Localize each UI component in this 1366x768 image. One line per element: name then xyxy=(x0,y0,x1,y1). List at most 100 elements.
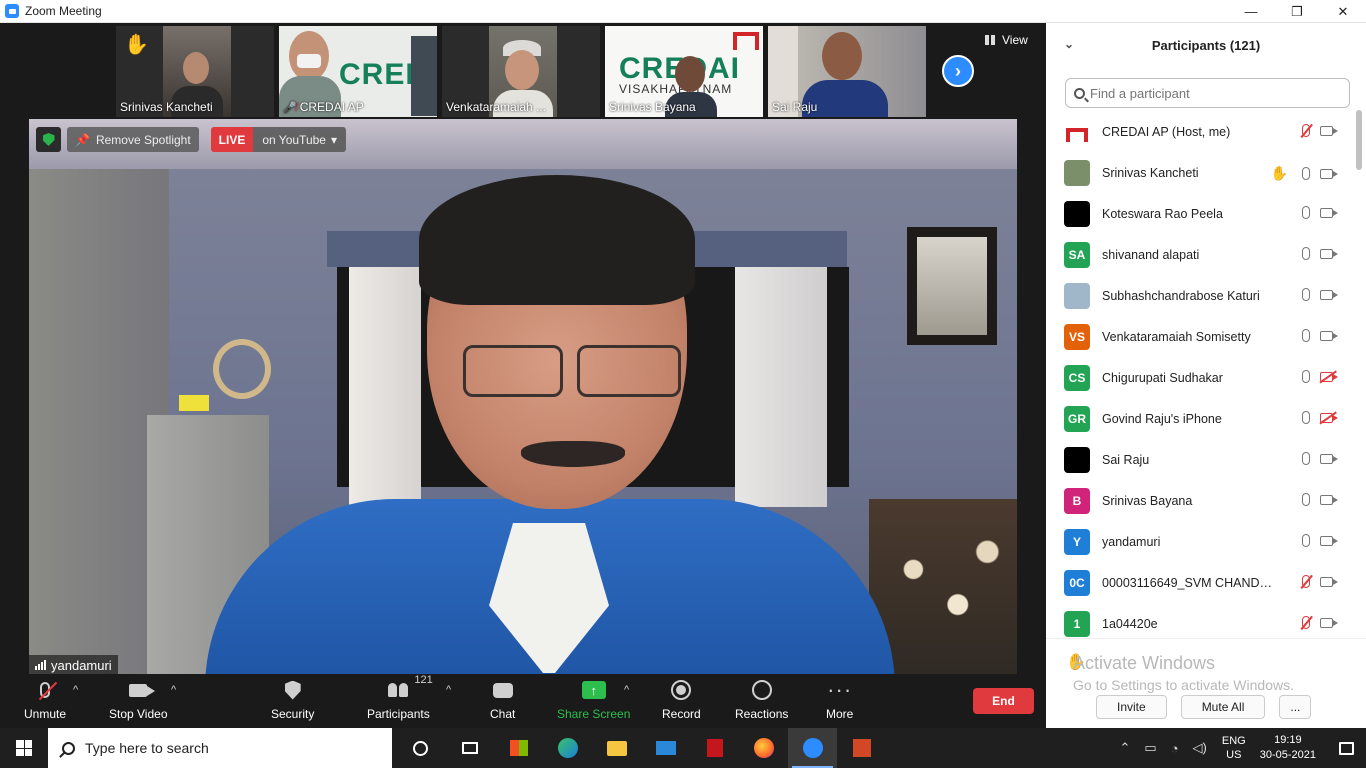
video-camera-icon[interactable] xyxy=(1320,168,1338,179)
language-code: ENG xyxy=(1221,735,1246,747)
spotlight-video[interactable] xyxy=(29,119,1017,675)
more-button[interactable]: ··· More xyxy=(826,678,853,722)
participant-row[interactable]: Yyandamuri xyxy=(1046,521,1352,562)
video-camera-icon[interactable] xyxy=(1320,207,1338,218)
input-language[interactable]: ENG US xyxy=(1222,734,1246,762)
participant-row[interactable]: VS Venkataramaiah Somisetty xyxy=(1046,316,1352,357)
participant-row[interactable]: CREDAI AP (Host, me) xyxy=(1046,111,1352,152)
wifi-icon[interactable]: ◔ xyxy=(1171,741,1179,756)
participant-status-icons xyxy=(1302,534,1338,547)
cortana-button[interactable] xyxy=(396,728,445,768)
store-app[interactable] xyxy=(494,728,543,768)
security-button[interactable]: Security xyxy=(271,678,314,721)
end-meeting-button[interactable]: End xyxy=(973,688,1034,714)
participant-row[interactable]: GR Govind Raju's iPhone xyxy=(1046,398,1352,439)
video-camera-icon[interactable] xyxy=(1320,330,1338,341)
participant-row[interactable]: B Srinivas Bayana xyxy=(1046,480,1352,521)
mic-icon[interactable] xyxy=(1302,288,1310,301)
clock[interactable]: 19:19 30-05-2021 xyxy=(1260,733,1316,763)
mic-icon[interactable] xyxy=(1302,534,1310,547)
mute-all-button[interactable]: Mute All xyxy=(1180,695,1266,719)
reactions-button[interactable]: Reactions xyxy=(735,678,788,721)
video-camera-icon[interactable] xyxy=(1320,494,1338,505)
more-options-button[interactable]: ... xyxy=(1279,695,1312,719)
chat-bubble-icon xyxy=(492,682,513,698)
record-button[interactable]: Record xyxy=(662,678,701,721)
video-thumbnail[interactable]: ✋ Srinivas Kancheti xyxy=(116,26,274,117)
maximize-button[interactable]: ❐ xyxy=(1274,0,1320,23)
mic-icon[interactable] xyxy=(1302,167,1310,180)
network-icon[interactable]: ▭ xyxy=(1144,740,1156,756)
mic-muted-icon[interactable] xyxy=(1302,616,1310,629)
view-button[interactable]: View xyxy=(985,33,1028,47)
next-page-button[interactable]: › xyxy=(942,55,974,87)
mic-icon[interactable] xyxy=(1302,411,1310,424)
video-camera-icon[interactable] xyxy=(1320,535,1338,546)
video-thumbnail[interactable]: CREDA 🎤̸CREDAI AP xyxy=(279,26,437,117)
participant-row[interactable]: SA shivanand alapati xyxy=(1046,234,1352,275)
participants-button[interactable]: 121 Participants xyxy=(367,674,433,721)
participant-row[interactable]: CS Chigurupati Sudhakar xyxy=(1046,357,1352,398)
share-screen-button[interactable]: ↑ Share Screen xyxy=(557,678,630,721)
mail-app[interactable] xyxy=(641,728,690,768)
participant-name: 00003116649_SVM CHANDRA S... xyxy=(1102,575,1274,590)
video-camera-icon[interactable] xyxy=(1320,289,1338,300)
close-button[interactable]: ✕ xyxy=(1320,0,1366,23)
video-thumbnail[interactable]: CREDAI VISAKHAPATNAM Srinivas Bayana xyxy=(605,26,763,117)
remove-spotlight-button[interactable]: 📌 Remove Spotlight xyxy=(67,127,199,152)
powerpoint-app[interactable] xyxy=(837,728,886,768)
live-stream-indicator[interactable]: LIVE on YouTube ▾ xyxy=(210,127,346,152)
mic-muted-icon[interactable] xyxy=(1302,575,1310,588)
participants-scrollbar[interactable] xyxy=(1356,110,1362,170)
participant-row[interactable]: Srinivas Kancheti ✋ xyxy=(1046,152,1352,193)
video-camera-icon[interactable] xyxy=(1320,248,1338,259)
participant-row[interactable]: 1 1a04420e xyxy=(1046,603,1352,638)
mic-icon[interactable] xyxy=(1302,452,1310,465)
acrobat-app[interactable] xyxy=(690,728,739,768)
participant-search[interactable] xyxy=(1065,78,1350,108)
taskbar-search[interactable]: Type here to search xyxy=(48,728,392,768)
stop-video-button[interactable]: Stop Video xyxy=(109,678,168,721)
video-camera-icon[interactable] xyxy=(1320,453,1338,464)
zoom-app[interactable] xyxy=(788,728,837,768)
edge-app[interactable] xyxy=(543,728,592,768)
firefox-icon xyxy=(753,738,774,758)
unmute-button[interactable]: Unmute xyxy=(24,678,66,721)
action-center-button[interactable] xyxy=(1326,741,1366,755)
video-camera-icon[interactable] xyxy=(1320,125,1338,136)
mic-muted-icon[interactable] xyxy=(1302,124,1310,137)
start-button[interactable] xyxy=(0,728,48,768)
video-off-icon[interactable] xyxy=(1320,412,1338,423)
mic-icon[interactable] xyxy=(1302,247,1310,260)
volume-icon[interactable]: ◁) xyxy=(1193,740,1207,756)
firefox-app[interactable] xyxy=(739,728,788,768)
participants-options-caret[interactable]: ^ xyxy=(446,684,451,696)
video-options-caret[interactable]: ^ xyxy=(171,684,176,696)
video-camera-icon[interactable] xyxy=(1320,617,1338,628)
video-thumbnail[interactable]: Venkataramaiah ... xyxy=(442,26,600,117)
task-view-button[interactable] xyxy=(445,728,494,768)
video-thumbnail[interactable]: Sai Raju xyxy=(768,26,926,117)
file-explorer-app[interactable] xyxy=(592,728,641,768)
invite-button[interactable]: Invite xyxy=(1096,695,1167,719)
video-camera-icon[interactable] xyxy=(1320,576,1338,587)
participant-row[interactable]: Koteswara Rao Peela xyxy=(1046,193,1352,234)
mic-icon[interactable] xyxy=(1302,493,1310,506)
chat-button[interactable]: Chat xyxy=(490,678,515,721)
participant-row[interactable]: 0C 00003116649_SVM CHANDRA S... xyxy=(1046,562,1352,603)
mic-icon[interactable] xyxy=(1302,370,1310,383)
minimize-button[interactable]: — xyxy=(1228,0,1274,23)
collapse-chevron-icon[interactable]: ⌄ xyxy=(1064,37,1074,51)
chevron-up-icon[interactable]: ⌃ xyxy=(1119,740,1130,756)
encryption-shield-icon[interactable] xyxy=(36,127,61,152)
participant-row[interactable]: Sai Raju xyxy=(1046,439,1352,480)
video-camera-icon xyxy=(129,683,156,697)
mic-icon[interactable] xyxy=(1302,206,1310,219)
video-off-icon[interactable] xyxy=(1320,371,1338,382)
participant-row[interactable]: Subhashchandrabose Katuri xyxy=(1046,275,1352,316)
audio-options-caret[interactable]: ^ xyxy=(73,684,78,696)
participant-avatar xyxy=(1064,446,1090,473)
share-options-caret[interactable]: ^ xyxy=(624,684,629,696)
mic-icon[interactable] xyxy=(1302,329,1310,342)
participant-search-input[interactable] xyxy=(1090,85,1330,101)
